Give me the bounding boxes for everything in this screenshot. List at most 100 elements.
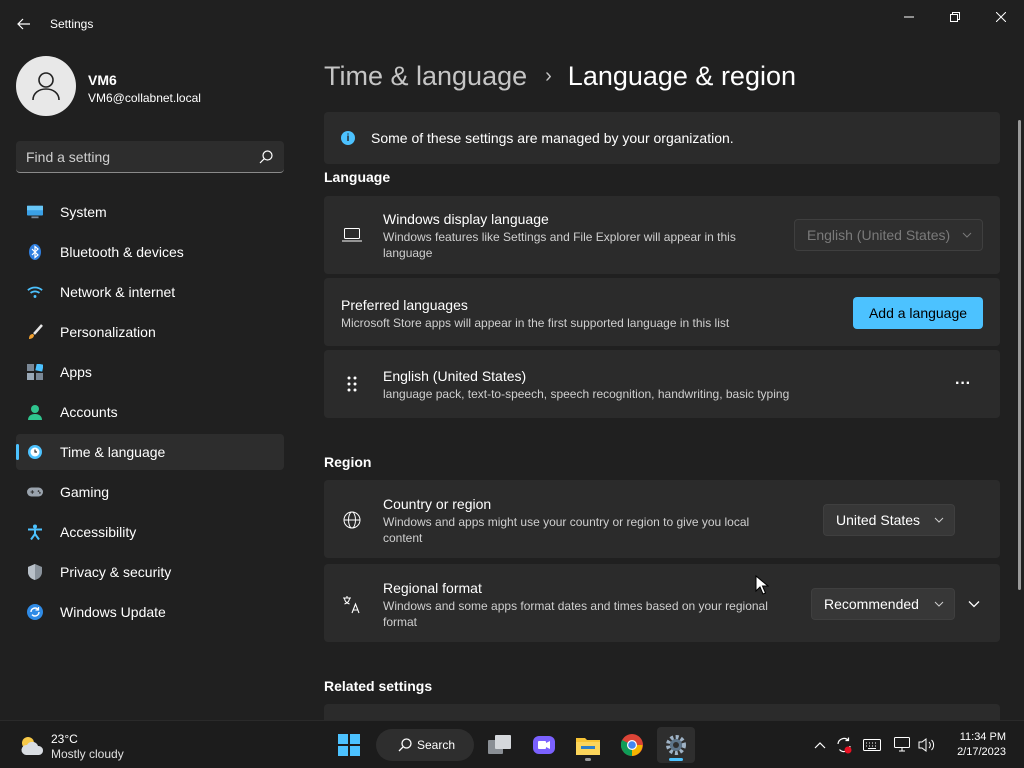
sidebar-item-bluetooth[interactable]: Bluetooth & devices bbox=[16, 234, 284, 270]
sidebar-item-accessibility[interactable]: Accessibility bbox=[16, 514, 284, 550]
sidebar-item-network[interactable]: Network & internet bbox=[16, 274, 284, 310]
volume-tray[interactable] bbox=[918, 736, 936, 754]
sidebar-item-label: Accounts bbox=[60, 404, 118, 420]
sidebar-item-label: Network & internet bbox=[60, 284, 176, 300]
laptop-icon bbox=[342, 225, 362, 245]
add-language-button[interactable]: Add a language bbox=[853, 297, 983, 329]
keyboard-icon bbox=[863, 739, 881, 751]
regional-format-title: Regional format bbox=[383, 580, 482, 596]
accounts-icon bbox=[27, 404, 43, 420]
country-region-dropdown[interactable]: United States bbox=[823, 504, 955, 536]
display-language-value: English (United States) bbox=[807, 227, 951, 243]
display-language-dropdown[interactable]: English (United States) bbox=[794, 219, 983, 251]
globe-icon bbox=[342, 510, 362, 530]
chrome-button[interactable] bbox=[613, 727, 651, 763]
drag-handle-icon[interactable] bbox=[342, 374, 362, 394]
task-view-button[interactable] bbox=[481, 727, 519, 763]
regional-format-dropdown[interactable]: Recommended bbox=[811, 588, 955, 620]
sidebar-item-label: Accessibility bbox=[60, 524, 137, 540]
taskbar: 23°C Mostly cloudy Search 11:34 PM 2/17/… bbox=[0, 720, 1024, 768]
active-indicator bbox=[669, 758, 683, 761]
search-icon bbox=[398, 738, 412, 752]
close-icon bbox=[996, 12, 1006, 22]
sidebar-item-label: Privacy & security bbox=[60, 564, 172, 580]
network-monitor-icon bbox=[894, 737, 910, 752]
regional-format-row[interactable]: Regional format Windows and some apps fo… bbox=[324, 564, 1000, 642]
title-bar: Settings bbox=[0, 0, 1024, 48]
sidebar-item-gaming[interactable]: Gaming bbox=[16, 474, 284, 510]
controller-icon bbox=[27, 484, 43, 500]
keyboard-tray[interactable] bbox=[863, 736, 881, 754]
sidebar-item-label: Gaming bbox=[60, 484, 110, 500]
apps-icon bbox=[27, 364, 43, 380]
start-button[interactable] bbox=[330, 727, 368, 763]
network-tray[interactable] bbox=[894, 736, 912, 754]
info-text: Some of these settings are managed by yo… bbox=[371, 130, 734, 146]
scrollbar[interactable] bbox=[1018, 120, 1021, 590]
clock-globe-icon bbox=[27, 444, 43, 460]
more-options-button[interactable]: ··· bbox=[948, 370, 978, 398]
sync-error-icon bbox=[837, 737, 852, 754]
minimize-button[interactable] bbox=[894, 6, 924, 28]
expand-button[interactable] bbox=[964, 594, 984, 614]
bluetooth-icon bbox=[27, 244, 43, 260]
shield-icon bbox=[27, 564, 43, 580]
close-button[interactable] bbox=[986, 6, 1016, 28]
clock-time: 11:34 PM bbox=[959, 731, 1006, 743]
system-icon bbox=[27, 204, 43, 220]
chevron-down-icon bbox=[934, 601, 944, 607]
clock-date: 2/17/2023 bbox=[957, 746, 1006, 758]
sidebar-item-label: Windows Update bbox=[60, 604, 166, 620]
section-title-region: Region bbox=[324, 454, 372, 470]
settings-taskbar-button[interactable] bbox=[657, 727, 695, 763]
back-arrow-icon bbox=[17, 18, 30, 30]
chevron-up-icon bbox=[814, 742, 826, 749]
show-hidden-icons-button[interactable] bbox=[811, 736, 829, 754]
restore-icon bbox=[950, 12, 960, 22]
file-explorer-button[interactable] bbox=[569, 727, 607, 763]
wifi-icon bbox=[27, 284, 43, 300]
display-language-row: Windows display language Windows feature… bbox=[324, 196, 1000, 274]
sidebar-item-privacy[interactable]: Privacy & security bbox=[16, 554, 284, 590]
sidebar-item-personalization[interactable]: Personalization bbox=[16, 314, 284, 350]
preferred-languages-description: Microsoft Store apps will appear in the … bbox=[341, 316, 730, 330]
chevron-down-icon bbox=[962, 232, 972, 238]
back-button[interactable] bbox=[12, 12, 36, 36]
weather-description: Mostly cloudy bbox=[51, 747, 124, 761]
taskbar-clock[interactable]: 11:34 PM 2/17/2023 bbox=[957, 730, 1006, 760]
related-settings-card[interactable] bbox=[324, 704, 1000, 720]
sidebar-item-accounts[interactable]: Accounts bbox=[16, 394, 284, 430]
windows-logo-icon bbox=[338, 734, 360, 756]
section-title-language: Language bbox=[324, 169, 391, 185]
country-region-description: Windows and apps might use your country … bbox=[383, 515, 750, 545]
restore-button[interactable] bbox=[940, 6, 970, 28]
display-language-description: Windows features like Settings and File … bbox=[383, 230, 736, 260]
preferred-languages-row: Preferred languages Microsoft Store apps… bbox=[324, 278, 1000, 346]
sidebar-item-apps[interactable]: Apps bbox=[16, 354, 284, 390]
sidebar-item-windows-update[interactable]: Windows Update bbox=[16, 594, 284, 630]
sidebar-nav: System Bluetooth & devices Network & int… bbox=[16, 194, 284, 634]
search-input[interactable] bbox=[26, 147, 246, 167]
settings-search-box[interactable] bbox=[16, 141, 284, 173]
sidebar-item-label: Personalization bbox=[60, 324, 156, 340]
chevron-right-icon: › bbox=[545, 64, 552, 87]
person-icon bbox=[32, 72, 60, 101]
installed-language-row[interactable]: English (United States) language pack, t… bbox=[324, 350, 1000, 418]
chevron-down-icon bbox=[968, 601, 980, 608]
teams-chat-button[interactable] bbox=[525, 727, 563, 763]
sync-status-tray[interactable] bbox=[835, 736, 853, 754]
sidebar-item-system[interactable]: System bbox=[16, 194, 284, 230]
search-icon[interactable] bbox=[258, 149, 274, 165]
regional-format-description: Windows and some apps format dates and t… bbox=[383, 599, 768, 629]
language-format-icon bbox=[342, 594, 362, 614]
cloud-sun-icon bbox=[21, 737, 44, 755]
sidebar-item-time-language[interactable]: Time & language bbox=[16, 434, 284, 470]
running-indicator bbox=[585, 758, 591, 761]
task-view-icon bbox=[488, 735, 511, 754]
chevron-down-icon bbox=[934, 517, 944, 523]
breadcrumb-parent-link[interactable]: Time & language bbox=[324, 61, 527, 92]
minimize-icon bbox=[904, 16, 914, 18]
taskbar-search-button[interactable]: Search bbox=[376, 729, 474, 761]
avatar[interactable] bbox=[16, 56, 76, 116]
mouse-cursor-icon bbox=[755, 575, 769, 595]
